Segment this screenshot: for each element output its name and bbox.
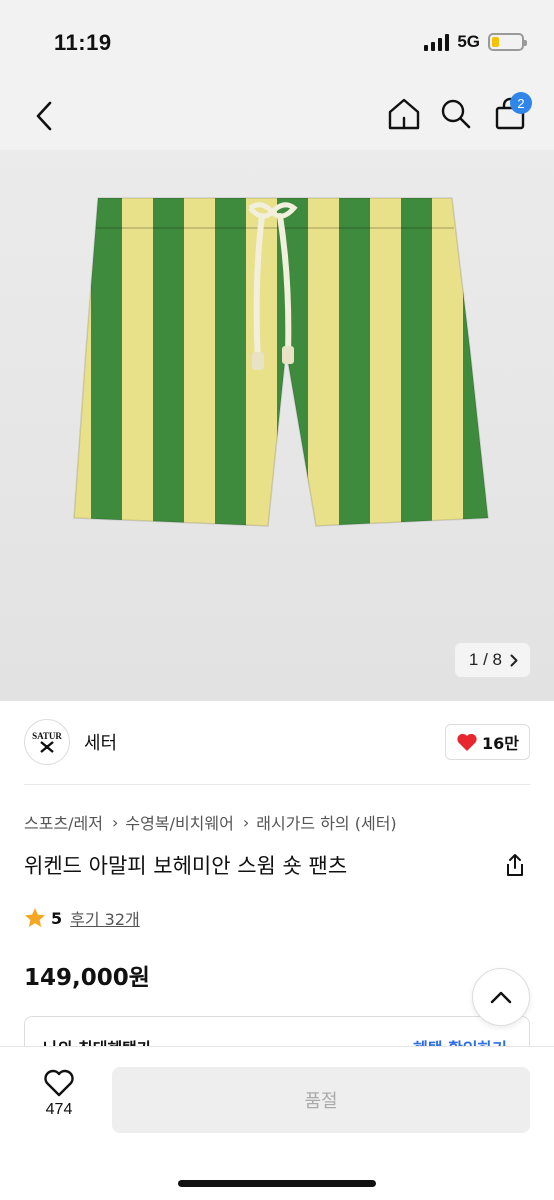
shorts-stripe: [339, 198, 371, 526]
breadcrumb-item[interactable]: 스포츠/레저: [24, 810, 103, 834]
product-title: 위켄드 아말피 보헤미안 스윔 숏 팬츠: [24, 854, 348, 878]
product-price: 149,000원: [24, 965, 150, 991]
cart-button[interactable]: 2: [490, 92, 532, 134]
share-icon: [507, 854, 523, 876]
chevron-up-icon: [490, 991, 512, 1003]
status-bar: 11:19 5G: [0, 0, 554, 84]
product-image[interactable]: 1 / 8: [0, 150, 554, 701]
status-indicators: 5G: [424, 32, 527, 52]
brand-row: SATUR 세터 16만: [24, 718, 530, 766]
shorts-stripe: [401, 198, 433, 526]
home-button[interactable]: [384, 94, 424, 134]
rating-score: 5: [51, 908, 63, 928]
chevron-right-icon: ›: [242, 812, 250, 832]
rating-row: 5 후기 32개: [24, 906, 140, 930]
network-label: 5G: [457, 32, 480, 51]
review-link[interactable]: 후기 32개: [70, 906, 140, 930]
chevron-left-icon: [36, 101, 52, 131]
home-indicator: [178, 1180, 376, 1187]
heart-outline-icon: [44, 1069, 74, 1097]
shorts-stripe: [122, 198, 154, 526]
brand-like-count: 16만: [482, 734, 519, 753]
battery-icon: [488, 33, 527, 51]
sold-out-button[interactable]: 품절: [112, 1067, 530, 1133]
cart-badge: 2: [510, 92, 532, 114]
brand-like-button[interactable]: 16만: [445, 724, 530, 760]
brand-logo-text: SATUR: [32, 731, 62, 741]
breadcrumb: 스포츠/레저 › 수영복/비치웨어 › 래시가드 하의 (세터): [24, 810, 397, 834]
shorts-stripe: [370, 198, 402, 526]
chevron-right-icon: [510, 654, 518, 666]
wishlist-count: 474: [45, 1101, 73, 1118]
share-button[interactable]: [500, 850, 530, 880]
wishlist-button[interactable]: 474: [30, 1069, 88, 1119]
breadcrumb-item[interactable]: 수영복/비치웨어: [125, 810, 233, 834]
chevron-right-icon: ›: [112, 812, 119, 832]
battery-level: [492, 37, 499, 47]
shorts-stripe: [432, 198, 464, 526]
shorts-stripe: [494, 180, 526, 560]
scroll-top-button[interactable]: [472, 968, 530, 1026]
brand-logo[interactable]: SATUR: [24, 719, 70, 765]
home-icon: [388, 98, 420, 130]
nav-bar: 2: [0, 84, 554, 150]
shorts-stripe: [91, 198, 123, 526]
heart-filled-icon: [457, 733, 477, 751]
shorts-illustration: [73, 180, 526, 560]
shorts-stripe: [74, 198, 92, 526]
shorts-stripe: [184, 198, 216, 526]
search-button[interactable]: [436, 94, 476, 134]
shorts-stripe: [153, 198, 185, 526]
signal-icon: [424, 33, 450, 51]
breadcrumb-item[interactable]: 래시가드 하의 (세터): [256, 810, 396, 834]
back-button[interactable]: [26, 96, 62, 136]
bottom-bar: 474 품절: [0, 1046, 554, 1200]
image-counter[interactable]: 1 / 8: [454, 643, 530, 677]
brand-logo-mark: [40, 741, 54, 753]
status-time: 11:19: [54, 30, 112, 55]
brand-name[interactable]: 세터: [84, 729, 117, 755]
star-icon: [25, 908, 45, 927]
shorts-stripe: [215, 198, 247, 526]
shorts-stripe: [463, 198, 488, 526]
divider: [24, 784, 530, 785]
search-icon: [441, 99, 471, 129]
image-counter-text: 1 / 8: [468, 650, 502, 669]
